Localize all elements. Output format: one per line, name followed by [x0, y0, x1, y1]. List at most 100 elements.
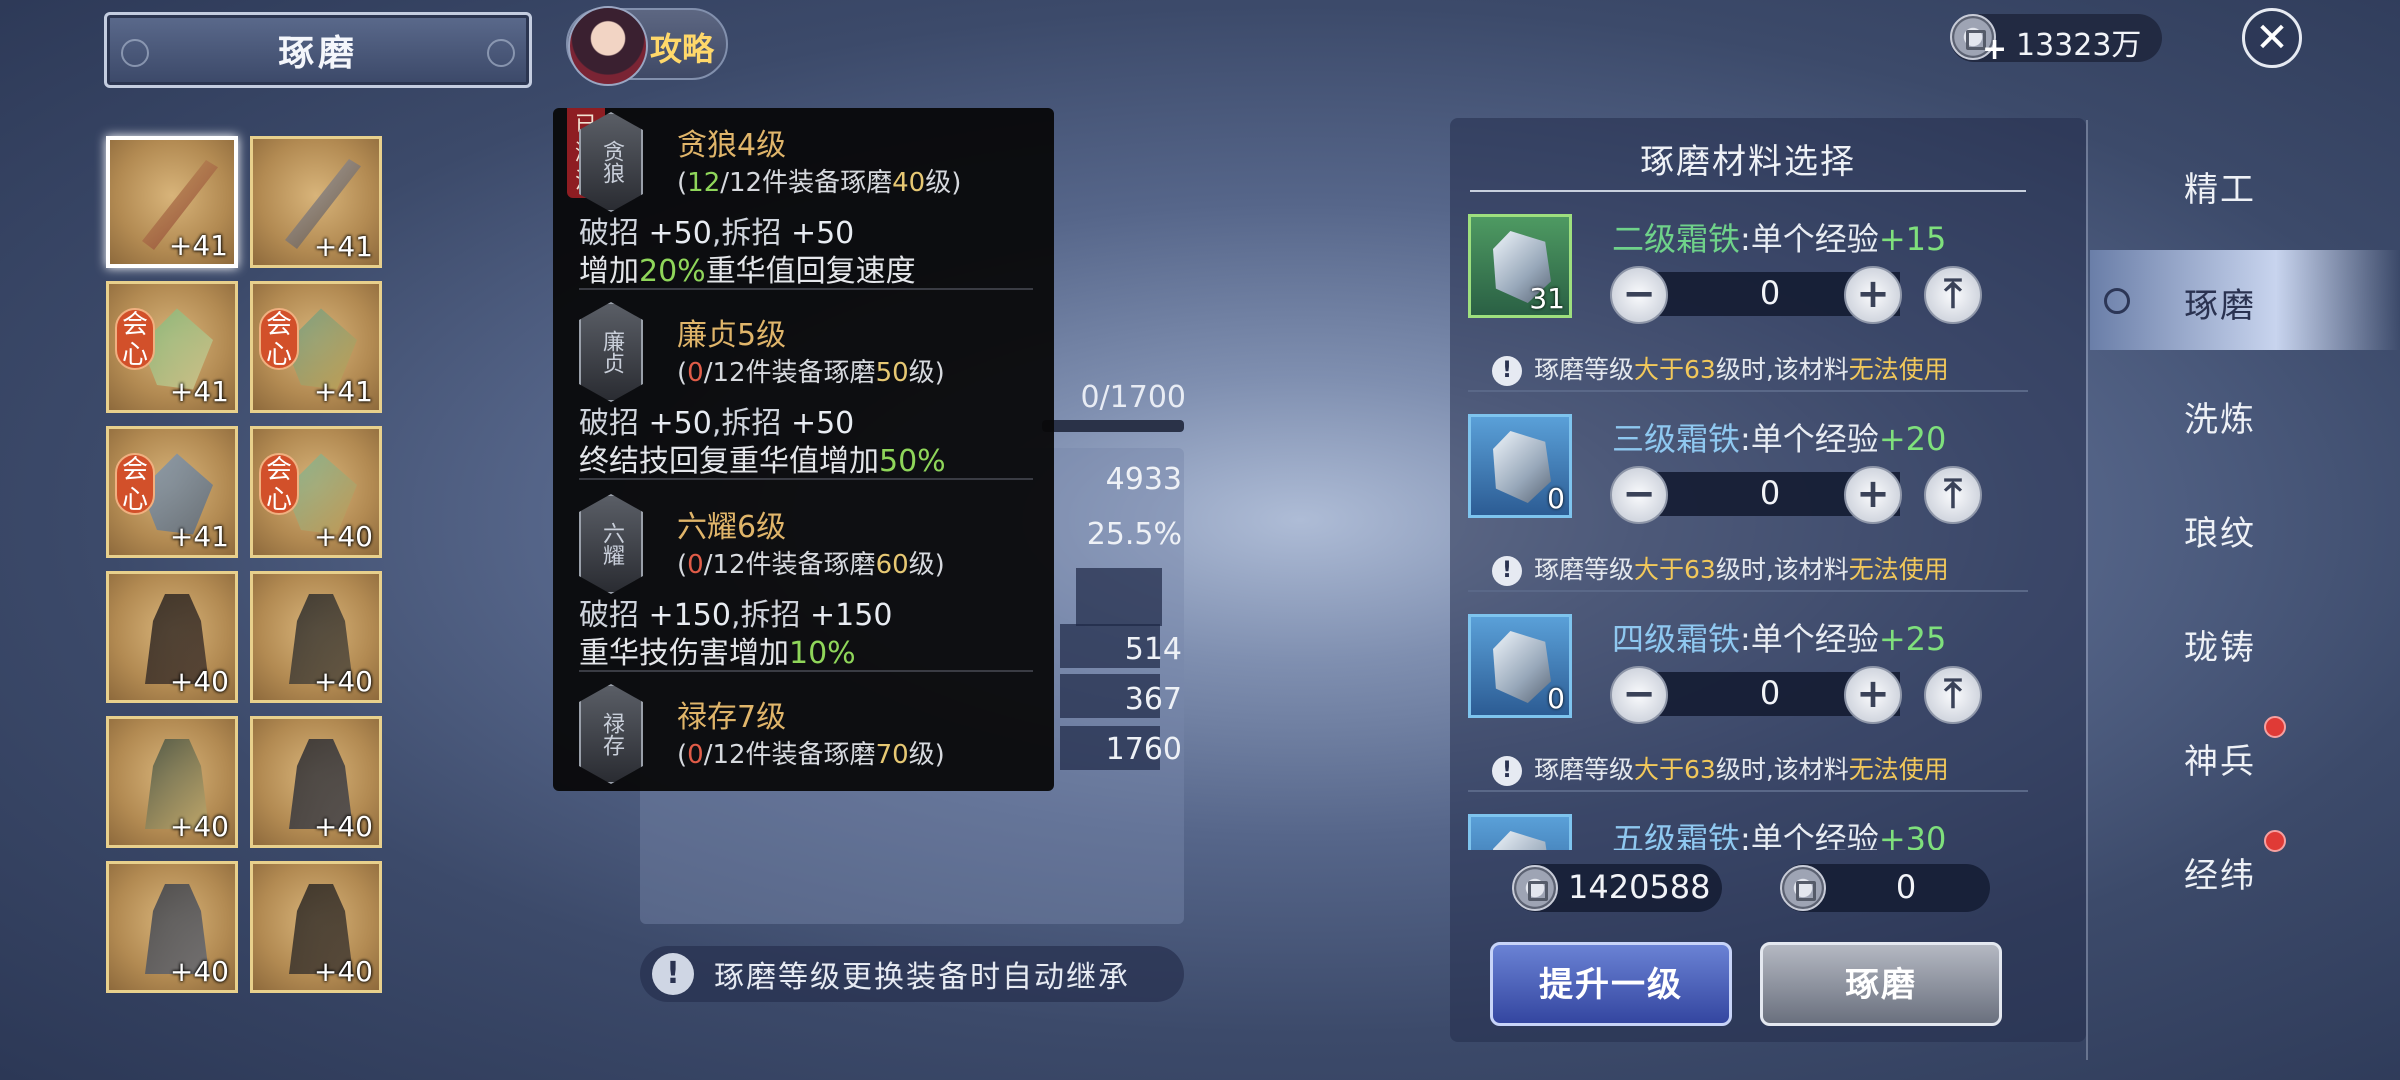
equipment-level: +41	[313, 230, 373, 263]
equipment-level: +40	[169, 955, 229, 988]
material-count: 0	[1547, 682, 1565, 715]
material-item: 31 二级霜铁:单个经验+15−0 + ⤒! 琢磨等级大于63级时,该材料无法使用	[1468, 214, 2028, 414]
equipment-slot[interactable]: +40	[106, 571, 238, 703]
material-warning: ! 琢磨等级大于63级时,该材料无法使用	[1492, 350, 1949, 386]
divider	[1468, 590, 2028, 592]
selected-marker-icon	[2104, 288, 2130, 314]
equipment-slot[interactable]: 会心 +41	[106, 426, 238, 558]
equipment-slot[interactable]: +40	[250, 716, 382, 848]
set-name: 禄存7级	[677, 700, 787, 735]
frost-iron-gem-icon	[1493, 631, 1551, 703]
crit-tag: 会心	[259, 453, 299, 515]
plus-button[interactable]: +	[1844, 266, 1902, 324]
quantity-stepper: −0 + ⤒	[1610, 266, 1982, 324]
page-title: 琢磨	[277, 33, 358, 74]
equipment-slot[interactable]: +40	[250, 861, 382, 993]
attr-row-bg	[1076, 568, 1162, 626]
ornament-icon	[487, 39, 515, 67]
inherit-notice: ! 琢磨等级更换装备时自动继承	[640, 946, 1184, 1002]
material-name: 三级霜铁:单个经验+20	[1612, 420, 1947, 458]
nav-tab[interactable]: 珑铸	[2090, 592, 2400, 692]
cost-display: 0	[1780, 864, 1990, 912]
currency-display[interactable]: + 13323万	[1950, 14, 2162, 67]
nav-tab-label: 经纬	[2184, 856, 2256, 896]
crit-tag: 会心	[115, 453, 155, 515]
currency-value: 1420588	[1568, 868, 1711, 906]
equipment-slot[interactable]: +40	[250, 571, 382, 703]
equipment-slot[interactable]: 会心 +40	[250, 426, 382, 558]
equipment-slot[interactable]: 会心 +41	[106, 281, 238, 413]
plus-button[interactable]: +	[1844, 466, 1902, 524]
add-currency-icon[interactable]: +	[1982, 32, 2007, 67]
set-emblem-icon: 贪狼	[579, 112, 643, 212]
set-emblem-icon: 廉贞	[579, 302, 643, 402]
set-name: 六耀6级	[677, 510, 787, 545]
equipment-slot[interactable]: +41	[106, 136, 238, 268]
equipment-slot[interactable]: +41	[250, 136, 382, 268]
notification-dot	[2264, 716, 2286, 738]
coin-icon	[1512, 865, 1558, 911]
equipment-level: +40	[313, 810, 373, 843]
nav-tab-label: 珑铸	[2184, 628, 2256, 668]
guide-avatar	[568, 6, 648, 86]
material-name: 五级霜铁:单个经验+30	[1612, 820, 1947, 850]
nav-tab-label: 琢磨	[2184, 286, 2256, 326]
frost-iron-gem-icon	[1493, 831, 1551, 850]
page-title-plate: 琢磨	[104, 12, 532, 88]
set-requirement: (0/12件装备琢磨50级)	[677, 358, 945, 388]
nav-tab-label: 洗炼	[2184, 400, 2256, 440]
nav-tab[interactable]: 经纬	[2090, 820, 2400, 920]
quantity-stepper: −0 + ⤒	[1610, 666, 1982, 724]
currency-value: 13323万	[2016, 28, 2142, 63]
notice-text: 琢磨等级更换装备时自动继承	[714, 960, 1130, 995]
set-name: 贪狼4级	[677, 128, 787, 163]
equipment-level: +41	[169, 520, 229, 553]
nav-tab[interactable]: 精工	[2090, 134, 2400, 234]
frost-iron-icon[interactable]: 0	[1468, 614, 1572, 718]
stat-value: 514	[1124, 632, 1182, 667]
divider	[1468, 790, 2028, 792]
refine-button[interactable]: 琢磨	[1760, 942, 2002, 1026]
material-item: 五级霜铁:单个经验+30	[1468, 814, 2028, 850]
equipment-level: +40	[313, 955, 373, 988]
quantity-stepper: −0 + ⤒	[1610, 466, 1982, 524]
divider	[579, 670, 1033, 672]
cost-value: 0	[1895, 868, 1917, 906]
frost-iron-icon[interactable]: 31	[1468, 214, 1572, 318]
info-icon: !	[1492, 356, 1522, 386]
guide-label: 攻略	[650, 30, 715, 68]
close-icon: ✕	[2255, 15, 2289, 61]
set-bonus-tooltip: 已激活 贪狼贪狼4级(12/12件装备琢磨40级)破招 +50,拆招 +50增加…	[553, 108, 1054, 791]
equipment-slot[interactable]: +40	[106, 716, 238, 848]
nav-tab-label: 神兵	[2184, 742, 2256, 782]
info-icon: !	[1492, 756, 1522, 786]
set-emblem-icon: 禄存	[579, 684, 643, 784]
plus-button[interactable]: +	[1844, 666, 1902, 724]
max-button[interactable]: ⤒	[1924, 666, 1982, 724]
frost-iron-gem-icon	[1493, 431, 1551, 503]
nav-tab[interactable]: 洗炼	[2090, 364, 2400, 464]
stat-value: 1760	[1105, 732, 1182, 767]
guide-button[interactable]: 攻略	[566, 6, 728, 86]
frost-iron-icon[interactable]	[1468, 814, 1572, 850]
set-bonus-line: 增加20%重华值回复速度	[579, 254, 916, 289]
material-item: 0 三级霜铁:单个经验+20−0 + ⤒! 琢磨等级大于63级时,该材料无法使用	[1468, 414, 2028, 614]
upgrade-one-level-button[interactable]: 提升一级	[1490, 942, 1732, 1026]
nav-tab[interactable]: 神兵	[2090, 706, 2400, 806]
nav-tab[interactable]: 琅纹	[2090, 478, 2400, 578]
equipment-slot[interactable]: +40	[106, 861, 238, 993]
set-requirement: (12/12件装备琢磨40级)	[677, 168, 962, 198]
equipment-slot[interactable]: 会心 +41	[250, 281, 382, 413]
equipment-level: +40	[169, 810, 229, 843]
info-icon: !	[652, 953, 694, 995]
max-button[interactable]: ⤒	[1924, 466, 1982, 524]
nav-tab[interactable]: 琢磨	[2090, 250, 2400, 350]
set-requirement: (0/12件装备琢磨70级)	[677, 740, 945, 770]
close-button[interactable]: ✕	[2242, 8, 2302, 68]
refine-progress-text: 0/1700	[1080, 380, 1186, 415]
max-button[interactable]: ⤒	[1924, 266, 1982, 324]
info-icon: !	[1492, 556, 1522, 586]
nav-tab-label: 琅纹	[2184, 514, 2256, 554]
frost-iron-icon[interactable]: 0	[1468, 414, 1572, 518]
nav-tab-label: 精工	[2184, 170, 2256, 210]
